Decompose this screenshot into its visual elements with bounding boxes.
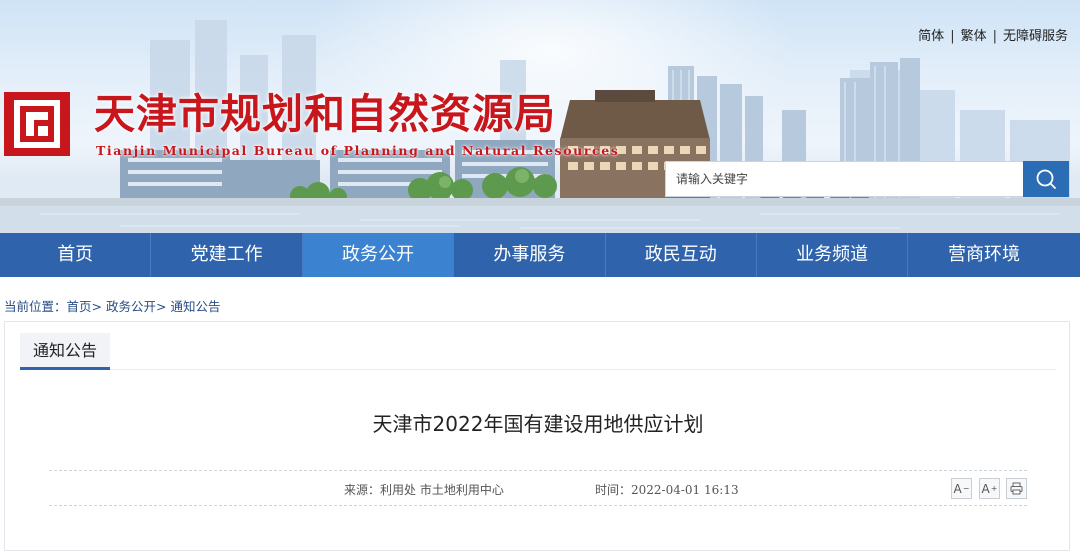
font-increase-label: A	[981, 481, 990, 496]
bureau-logo-icon[interactable]	[4, 92, 70, 156]
breadcrumb-separator: >	[156, 299, 167, 314]
minus-icon: −	[962, 484, 970, 493]
nav-item-business-channels[interactable]: 业务频道	[757, 233, 909, 277]
divider: |	[992, 29, 997, 44]
breadcrumb: 当前位置：首页> 政务公开> 通知公告	[4, 296, 221, 315]
article-source: 来源：利用处 市土地利用中心	[344, 483, 504, 497]
nav-item-home[interactable]: 首页	[0, 233, 152, 277]
main-nav: 首页 党建工作 政务公开 办事服务 政民互动 业务频道 营商环境	[0, 233, 1080, 277]
article-title: 天津市2022年国有建设用地供应计划	[372, 412, 704, 436]
search-icon	[1036, 169, 1056, 189]
tab-notices[interactable]: 通知公告	[20, 333, 110, 370]
site-subtitle: Tianjin Municipal Bureau of Planning and…	[96, 143, 620, 158]
simplified-chinese-link[interactable]: 简体	[918, 25, 944, 44]
content-panel: 通知公告 天津市2022年国有建设用地供应计划 来源：利用处 市土地利用中心 时…	[4, 321, 1070, 551]
breadcrumb-item-home[interactable]: 首页	[67, 299, 92, 314]
site-title: 天津市规划和自然资源局	[94, 90, 556, 138]
breadcrumb-prefix: 当前位置：	[4, 299, 67, 314]
search-box	[665, 161, 1069, 197]
breadcrumb-separator: >	[91, 299, 103, 314]
nav-item-business-environment[interactable]: 营商环境	[908, 233, 1059, 277]
font-decrease-label: A	[953, 481, 962, 496]
nav-item-interaction[interactable]: 政民互动	[606, 233, 757, 277]
breadcrumb-item-notices[interactable]: 通知公告	[170, 299, 220, 314]
article-time: 时间：2022-04-01 16:13	[595, 483, 739, 497]
language-links: 简体 | 繁体 | 无障碍服务	[918, 25, 1068, 44]
search-button[interactable]	[1023, 161, 1069, 197]
nav-item-party-building[interactable]: 党建工作	[151, 233, 303, 277]
printer-icon	[1010, 482, 1023, 495]
font-increase-button[interactable]: A +	[979, 478, 1000, 499]
plus-icon: +	[990, 484, 998, 493]
section-tab-bar: 通知公告	[20, 333, 1056, 370]
breadcrumb-item-government-affairs[interactable]: 政务公开	[106, 299, 156, 314]
nav-item-services[interactable]: 办事服务	[454, 233, 606, 277]
traditional-chinese-link[interactable]: 繁体	[961, 25, 987, 44]
print-button[interactable]	[1006, 478, 1027, 499]
accessibility-link[interactable]: 无障碍服务	[1003, 25, 1068, 44]
article-meta-bar: 来源：利用处 市土地利用中心 时间：2022-04-01 16:13 A − A +	[49, 470, 1027, 506]
header-banner: 简体 | 繁体 | 无障碍服务 天津市规划和自然资源局 Tianjin Municipa…	[0, 0, 1080, 233]
search-input[interactable]	[665, 161, 1023, 197]
nav-item-government-affairs[interactable]: 政务公开	[302, 233, 455, 277]
font-decrease-button[interactable]: A −	[951, 478, 972, 499]
divider: |	[950, 29, 955, 44]
